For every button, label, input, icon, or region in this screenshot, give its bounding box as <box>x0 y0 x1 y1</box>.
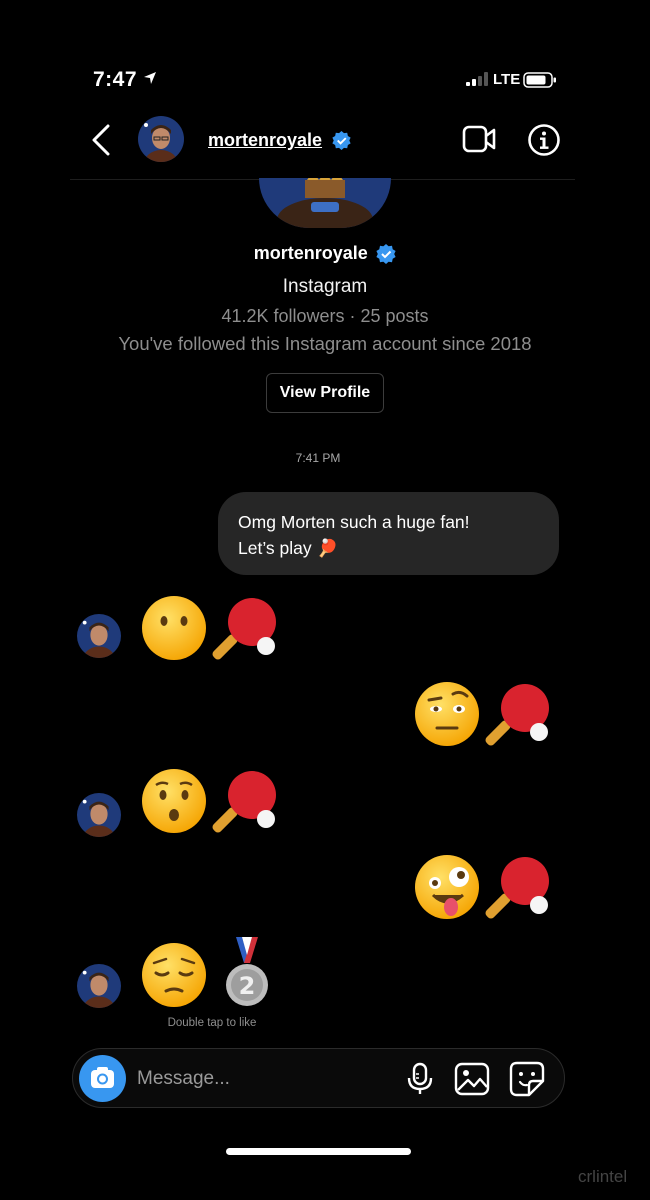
outgoing-message-bubble[interactable]: Omg Morten such a huge fan! Let’s play 🏓 <box>218 492 559 575</box>
home-indicator[interactable] <box>226 1148 411 1155</box>
medal-number: 2 <box>239 972 256 1000</box>
message-timestamp: 7:41 PM <box>295 451 341 465</box>
zany-face-icon <box>415 855 479 919</box>
profile-follow-since: You've followed this Instagram account s… <box>118 333 532 354</box>
signal-bars-icon <box>466 72 488 86</box>
ping-pong-icon <box>212 598 276 660</box>
emoji-message[interactable]: 2 <box>140 937 290 1007</box>
second-place-medal-icon: 2 <box>226 937 268 1006</box>
profile-picture[interactable] <box>259 178 391 228</box>
double-tap-hint: Double tap to like <box>167 1017 257 1029</box>
verified-badge-icon <box>376 243 396 264</box>
message-input[interactable] <box>137 1063 387 1095</box>
sender-avatar[interactable] <box>77 614 121 658</box>
status-time: 7:47 <box>93 68 138 91</box>
gallery-icon[interactable] <box>454 1062 490 1096</box>
camera-icon <box>91 1067 114 1088</box>
hushed-face-icon <box>142 596 206 660</box>
battery-icon <box>523 72 556 88</box>
raised-eyebrow-face-icon <box>415 682 479 746</box>
camera-button[interactable] <box>79 1055 126 1102</box>
microphone-icon[interactable] <box>406 1062 434 1096</box>
profile-name: mortenroyale <box>253 243 368 263</box>
ping-pong-icon <box>485 857 549 919</box>
header-avatar[interactable] <box>138 116 184 162</box>
pensive-face-icon <box>142 943 206 1007</box>
watermark: crlintel <box>578 1167 628 1186</box>
sender-avatar[interactable] <box>77 964 121 1008</box>
location-arrow-icon <box>144 72 156 84</box>
profile-name-row: mortenroyale <box>0 243 650 264</box>
astonished-face-icon <box>142 769 206 833</box>
emoji-message[interactable] <box>140 594 290 664</box>
profile-stats: 41.2K followers · 25 posts <box>221 306 429 326</box>
ping-pong-icon <box>485 684 549 746</box>
header-username[interactable]: mortenroyale <box>208 130 322 151</box>
back-arrow-icon[interactable] <box>88 124 114 156</box>
message-composer <box>72 1048 565 1108</box>
info-icon[interactable] <box>527 123 561 157</box>
status-bar: 7:47 LTE <box>0 62 650 102</box>
message-text-line: Let’s play 🏓 <box>238 538 339 558</box>
network-label: LTE <box>493 71 521 88</box>
ping-pong-icon <box>212 771 276 833</box>
view-profile-button[interactable]: View Profile <box>266 373 384 413</box>
video-call-icon[interactable] <box>462 124 496 154</box>
chat-header: mortenroyale <box>70 110 575 180</box>
verified-badge-icon <box>332 131 351 150</box>
emoji-message[interactable] <box>413 853 563 923</box>
sticker-icon[interactable] <box>509 1061 545 1097</box>
message-text-line: Omg Morten such a huge fan! <box>238 512 470 532</box>
emoji-message[interactable] <box>413 680 563 750</box>
emoji-message[interactable] <box>140 767 290 837</box>
profile-subtitle: Instagram <box>282 276 368 297</box>
sender-avatar[interactable] <box>77 793 121 837</box>
